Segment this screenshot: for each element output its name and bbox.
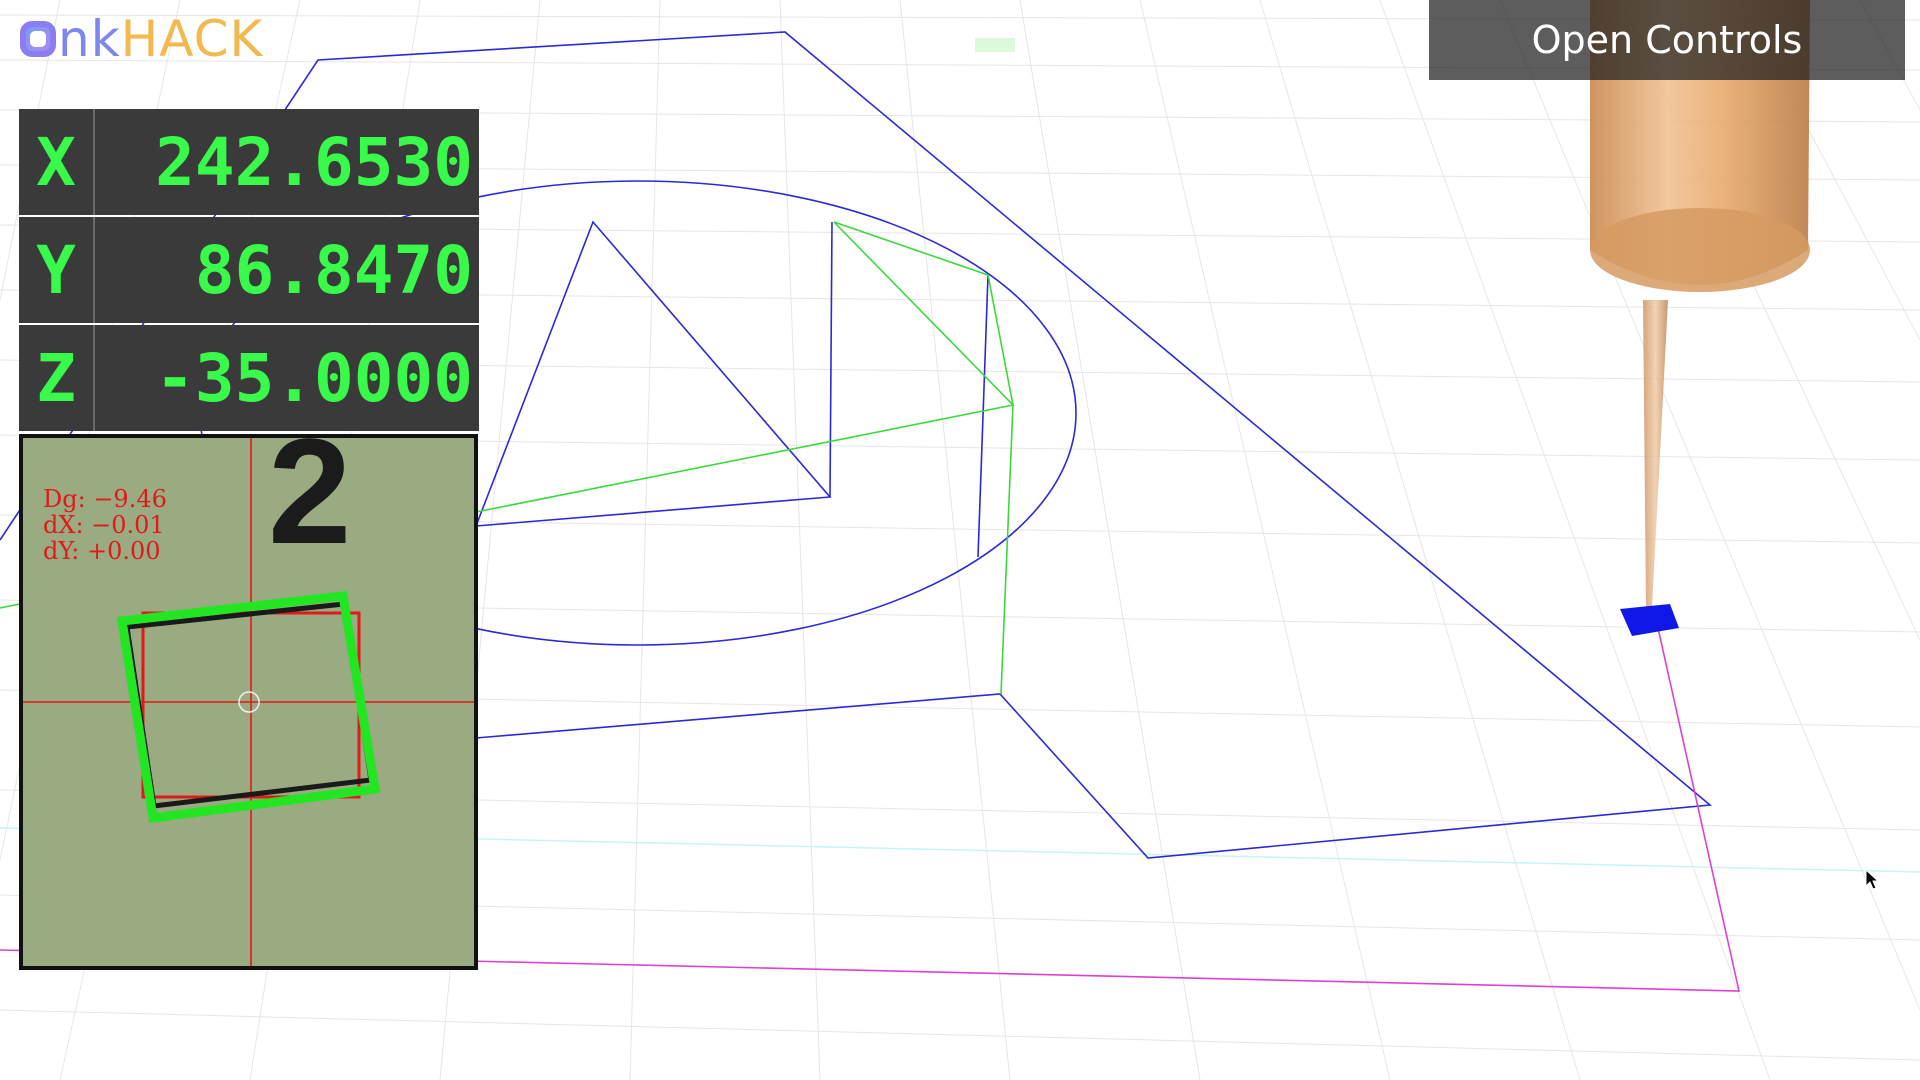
- axis-value-x: 242.6530: [155, 123, 473, 201]
- axis-label-y: Y: [19, 217, 95, 323]
- camera-part-digit: 2: [268, 438, 351, 575]
- axis-value-y: 86.8470: [194, 231, 473, 309]
- axis-label-z: Z: [19, 325, 95, 431]
- readout-dg: Dg: −9.46: [43, 485, 167, 513]
- logo-ring-icon: [20, 21, 56, 57]
- readout-dx: dX: −0.01: [43, 511, 165, 539]
- readout-dy: dY: +0.00: [43, 537, 161, 565]
- axis-value-z: -35.0000: [155, 339, 473, 417]
- camera-view: 2 Dg: −9.46 dX: −0.01 dY: +0.00: [19, 434, 478, 970]
- mouse-cursor-icon: [1865, 868, 1880, 890]
- dro-row-z: Z -35.0000: [19, 325, 479, 431]
- alignment-readout: Dg: −9.46 dX: −0.01 dY: +0.00: [43, 486, 167, 564]
- green-marker: [975, 38, 1015, 52]
- logo-prefix: nk: [58, 10, 121, 68]
- position-readout: X 242.6530 Y 86.8470 Z -35.0000: [19, 109, 479, 433]
- open-controls-button[interactable]: Open Controls: [1429, 0, 1905, 80]
- app-logo: nkHACK: [20, 14, 263, 64]
- logo-suffix: HACK: [120, 10, 264, 68]
- axis-label-x: X: [19, 109, 95, 215]
- dro-row-y: Y 86.8470: [19, 217, 479, 323]
- dro-row-x: X 242.6530: [19, 109, 479, 215]
- part-edge: [124, 601, 374, 809]
